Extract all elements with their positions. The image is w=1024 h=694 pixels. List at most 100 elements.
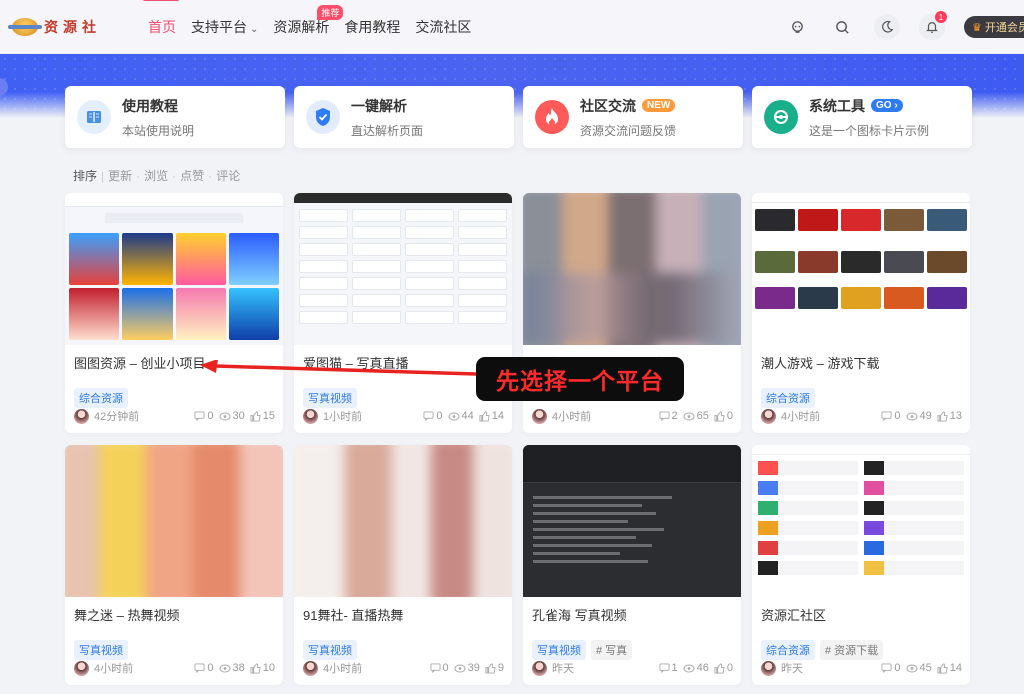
- logo-text: 资源社: [44, 19, 101, 36]
- feature-subtitle: 本站使用说明: [122, 123, 195, 138]
- category-tag[interactable]: 写真视频: [532, 640, 586, 660]
- like-count[interactable]: 14: [937, 662, 962, 674]
- header-actions: 1 ♛ 开通会员: [784, 0, 1024, 54]
- annotation-callout: 先选择一个平台: [476, 357, 684, 401]
- feature-card-parse[interactable]: 一键解析 直达解析页面: [294, 86, 514, 148]
- bell-icon[interactable]: 1: [919, 11, 947, 40]
- post-time: 4小时前: [781, 411, 821, 423]
- like-count[interactable]: 10: [250, 662, 275, 674]
- feature-card-tutorial[interactable]: 使用教程 本站使用说明: [65, 86, 285, 148]
- feature-title: 社区交流 NEW: [580, 96, 676, 116]
- like-count[interactable]: 13: [937, 410, 962, 422]
- vip-button[interactable]: ♛ 开通会员: [964, 16, 1024, 38]
- nav-item-parse[interactable]: 资源解析 推荐: [273, 4, 344, 37]
- comment-count: 0: [194, 662, 214, 674]
- like-count[interactable]: 0: [714, 662, 733, 674]
- search-icon[interactable]: [829, 14, 855, 40]
- nav-label: 交流社区: [415, 18, 472, 35]
- avatar[interactable]: [303, 660, 318, 676]
- feature-card-tools[interactable]: 系统工具 GO › 这是一个图标卡片示例: [752, 86, 972, 148]
- view-value: 49: [919, 410, 932, 422]
- avatar[interactable]: [303, 408, 318, 424]
- category-tag[interactable]: 写真视频: [303, 388, 357, 408]
- comment-count: 0: [881, 662, 901, 674]
- comment-count: 0: [423, 410, 443, 422]
- nav-label: 食用教程: [344, 18, 401, 35]
- comment-icon: [423, 411, 434, 421]
- like-value: 0: [726, 410, 733, 422]
- site-logo[interactable]: 资源社: [8, 17, 132, 37]
- sort-bar: 排序 | 更新 · 浏览 · 点赞 · 评论: [73, 167, 244, 184]
- avatar[interactable]: [532, 660, 547, 676]
- post-title[interactable]: 资源汇社区: [761, 605, 826, 624]
- comment-value: 0: [894, 662, 901, 674]
- sort-option-comments[interactable]: 评论: [216, 167, 240, 184]
- post-thumbnail: [752, 445, 970, 597]
- post-title[interactable]: 图图资源 – 创业小项目: [74, 353, 205, 372]
- feature-card-community[interactable]: 社区交流 NEW 资源交流问题反馈: [523, 86, 743, 148]
- category-tag[interactable]: 写真视频: [303, 640, 357, 660]
- post-tags: 写真视频 # 写真: [532, 640, 637, 660]
- chatbot-icon[interactable]: [784, 14, 810, 40]
- category-tag[interactable]: 综合资源: [74, 388, 128, 408]
- post-stats: 1 46 0: [654, 662, 733, 674]
- post-card[interactable]: 潮人游戏 – 游戏下载 综合资源 4小时前 0 49 13: [752, 193, 970, 433]
- nav-item-tutorial[interactable]: 食用教程: [344, 17, 400, 37]
- book-icon: [77, 100, 111, 134]
- post-card[interactable]: 舞之迷 – 热舞视频 写真视频 4小时前 0 38 10: [65, 445, 283, 685]
- like-count[interactable]: 14: [479, 410, 504, 422]
- avatar[interactable]: [761, 408, 776, 424]
- post-title[interactable]: 潮人游戏 – 游戏下载: [761, 353, 879, 372]
- sort-label: 排序: [73, 169, 98, 183]
- nav-item-home[interactable]: 首页: [142, 0, 180, 37]
- post-tags: 写真视频: [303, 388, 362, 408]
- sort-option-views[interactable]: 浏览: [144, 167, 168, 184]
- feature-title: 系统工具 GO ›: [809, 96, 929, 116]
- hashtag-tag[interactable]: # 写真: [591, 640, 633, 660]
- comment-icon: [881, 411, 892, 421]
- post-card[interactable]: 资源汇社区 综合资源 # 资源下载 昨天 0 45 14: [752, 445, 970, 685]
- chevron-down-icon: ⌄: [250, 23, 259, 35]
- like-count[interactable]: 9: [485, 662, 504, 674]
- like-value: 14: [949, 662, 962, 674]
- post-tags: 综合资源 # 资源下载: [761, 640, 888, 660]
- nav-item-community[interactable]: 交流社区: [415, 17, 471, 37]
- post-tags: 综合资源: [74, 388, 133, 408]
- post-card[interactable]: 91舞社- 直播热舞 写真视频 4小时前 0 39 9: [294, 445, 512, 685]
- post-title[interactable]: 91舞社- 直播热舞: [303, 605, 403, 624]
- post-card[interactable]: 图图资源 – 创业小项目 综合资源 42分钟前 0 30 15: [65, 193, 283, 433]
- category-tag[interactable]: 综合资源: [761, 640, 815, 660]
- avatar[interactable]: [761, 660, 776, 676]
- post-card[interactable]: 孔雀海 写真视频 写真视频 # 写真 昨天 1 46 0: [523, 445, 741, 685]
- avatar[interactable]: [532, 408, 547, 424]
- feature-title: 使用教程: [122, 97, 178, 114]
- thumbs-up-icon: [714, 662, 725, 674]
- view-count: 39: [454, 662, 480, 674]
- sort-option-updated[interactable]: 更新: [108, 167, 132, 184]
- post-stats: 0 30 15: [189, 410, 275, 422]
- post-thumbnail: [65, 445, 283, 597]
- logo-icon: [8, 17, 42, 36]
- comment-value: 1: [671, 662, 678, 674]
- category-tag[interactable]: 综合资源: [761, 388, 815, 408]
- sort-option-likes[interactable]: 点赞: [180, 167, 204, 184]
- post-time: 4小时前: [94, 663, 134, 675]
- avatar[interactable]: [74, 660, 89, 676]
- nav-item-platforms[interactable]: 支持平台 ⌄: [191, 17, 258, 37]
- post-title[interactable]: 舞之迷 – 热舞视频: [74, 605, 179, 624]
- view-value: 65: [696, 410, 709, 422]
- post-tags: 写真视频: [74, 640, 133, 660]
- view-count: 65: [683, 410, 709, 422]
- view-count: 38: [219, 662, 245, 674]
- dark-mode-icon[interactable]: [874, 14, 900, 40]
- eye-icon: [906, 412, 917, 420]
- eye-icon: [683, 412, 695, 420]
- like-count[interactable]: 15: [250, 410, 275, 422]
- post-title[interactable]: 孔雀海 写真视频: [532, 605, 627, 624]
- like-count[interactable]: 0: [714, 410, 733, 422]
- thumbs-up-icon: [714, 410, 725, 422]
- hashtag-tag[interactable]: # 资源下载: [820, 640, 884, 660]
- category-tag[interactable]: 写真视频: [74, 640, 128, 660]
- avatar[interactable]: [74, 408, 89, 424]
- eye-icon: [219, 412, 230, 420]
